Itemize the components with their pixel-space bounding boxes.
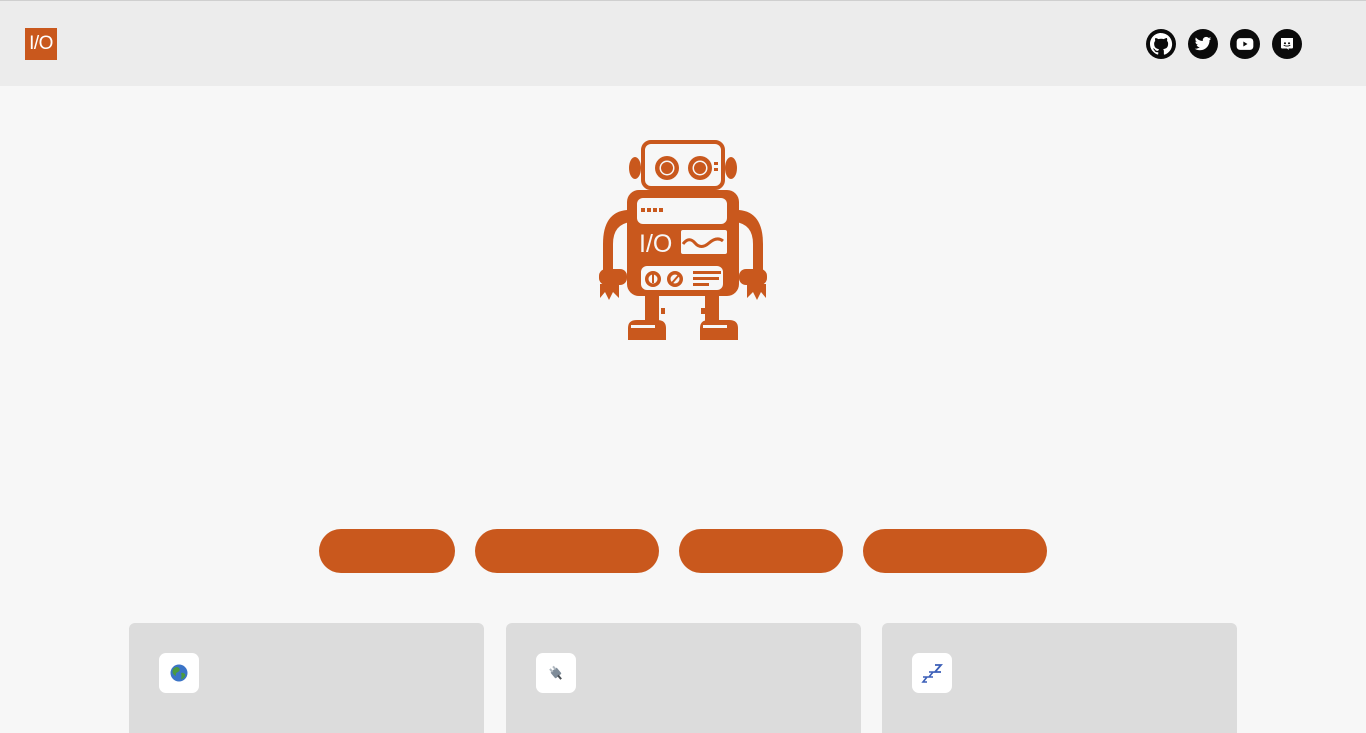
discord-icon (1281, 38, 1293, 50)
discord-link[interactable] (1272, 29, 1302, 59)
youtube-link[interactable] (1230, 29, 1260, 59)
nav-pill-button-4[interactable] (863, 529, 1047, 573)
nav-pill-button-3[interactable] (679, 529, 843, 573)
robot-mascot: I/O (599, 140, 767, 340)
twitter-icon (1194, 36, 1212, 51)
robot-logo-text: I/O (639, 230, 672, 258)
globe-icon (159, 653, 199, 693)
youtube-icon (1236, 38, 1254, 50)
github-icon (1150, 33, 1173, 55)
feature-card-2 (506, 623, 861, 733)
nav-pill-button-2[interactable] (475, 529, 659, 573)
twitter-link[interactable] (1188, 29, 1218, 59)
feature-card-3 (882, 623, 1237, 733)
nav-pill-button-1[interactable] (319, 529, 455, 573)
plug-icon (536, 653, 576, 693)
github-link[interactable] (1146, 29, 1176, 59)
sleep-icon (912, 653, 952, 693)
io-logo[interactable]: I/O (25, 28, 57, 60)
feature-card-1 (129, 623, 484, 733)
top-header: I/O (0, 0, 1366, 86)
